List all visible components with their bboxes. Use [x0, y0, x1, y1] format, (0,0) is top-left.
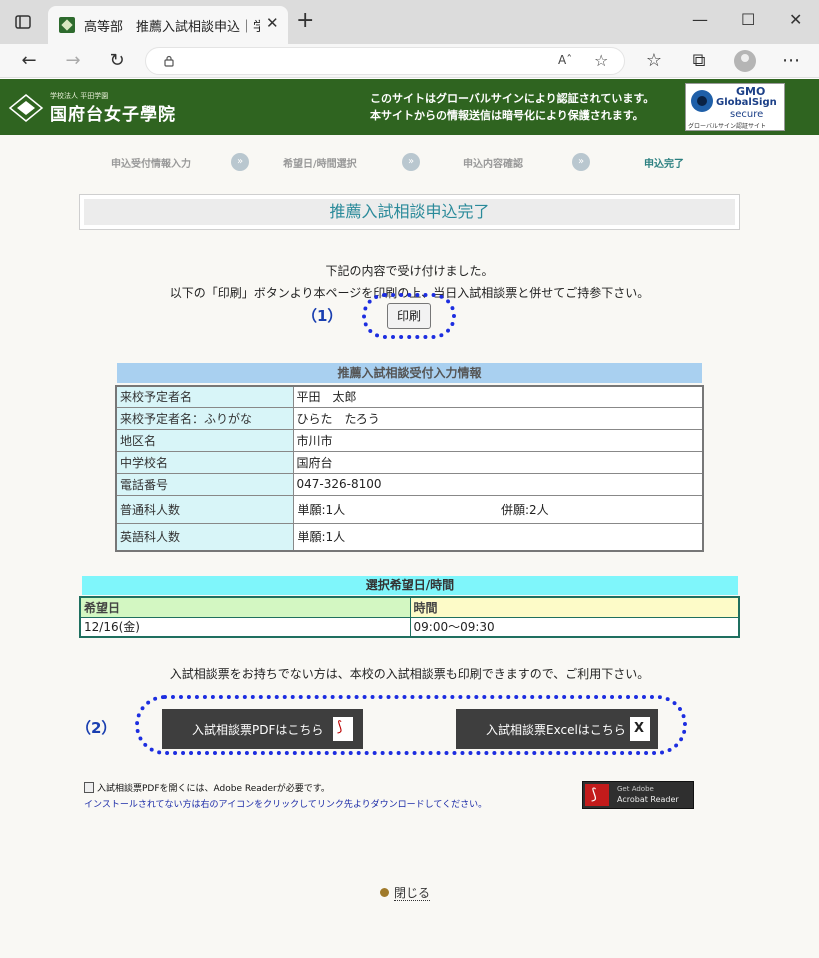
school-crest-icon	[8, 94, 44, 122]
browser-toolbar: ← → ↻ Aˆ ☆ ☆ ⧉ ⋯	[0, 44, 819, 78]
info-key: 普通科人数	[115, 494, 294, 524]
step-arrow-icon: »	[402, 153, 420, 171]
pdf-file-icon	[333, 717, 353, 741]
pdf-download-button[interactable]: 入試相談票PDFはこちら	[162, 709, 363, 749]
globalsign-name: GlobalSign	[716, 97, 777, 108]
info-key: 来校予定者名	[115, 385, 294, 408]
step-arrow-icon: »	[231, 153, 249, 171]
english-single: 単願:1人	[292, 522, 704, 552]
acrobat-line1: Get Adobe	[617, 785, 654, 793]
forward-icon[interactable]: →	[62, 50, 84, 72]
info-table-heading: 推薦入試相談受付入力情報	[117, 363, 702, 383]
pdf-button-label: 入試相談票PDFはこちら	[192, 723, 324, 737]
info-key: 地区名	[115, 428, 294, 452]
info-key: 中学校名	[115, 450, 294, 474]
info-value: 市川市	[292, 428, 704, 452]
globalsign-badge[interactable]: GMO GlobalSign secure グローバルサイン認証サイト	[685, 83, 785, 131]
window-close-icon[interactable]: ✕	[789, 10, 802, 29]
address-bar[interactable]: Aˆ ☆	[145, 47, 625, 75]
reload-icon[interactable]: ↻	[106, 50, 128, 72]
page-title-box: 推薦入試相談申込完了	[79, 194, 740, 230]
main-content: 申込受付情報入力 » 希望日/時間選択 » 申込内容確認 » 申込完了 推薦入試…	[0, 135, 819, 958]
annotation-label-2: （2）	[76, 719, 117, 737]
lock-icon[interactable]	[164, 55, 174, 67]
collections-icon[interactable]: ⧉	[688, 50, 710, 72]
globalsign-footer: グローバルサイン認証サイト	[688, 123, 766, 130]
table-row: 12/16(金) 09:00〜09:30	[79, 616, 740, 638]
document-icon	[84, 782, 94, 793]
globalsign-secure: secure	[730, 109, 764, 120]
read-aloud-icon[interactable]: Aˆ	[558, 53, 572, 67]
new-tab-icon[interactable]: +	[296, 10, 314, 32]
info-table: 来校予定者名 平田 太郎 来校予定者名：ふりがな ひらた たろう 地区名 市川市…	[115, 385, 704, 552]
selected-time: 09:00〜09:30	[409, 616, 740, 638]
excel-download-button[interactable]: 入試相談票Excelはこちら	[456, 709, 658, 749]
column-header-date: 希望日	[79, 596, 411, 618]
table-row: 来校予定者名 平田 太郎	[115, 385, 704, 408]
page-title: 推薦入試相談申込完了	[84, 199, 735, 225]
print-button[interactable]: 印刷	[387, 303, 431, 329]
selection-table-heading: 選択希望日/時間	[82, 576, 738, 595]
excel-file-icon	[630, 717, 650, 741]
more-menu-icon[interactable]: ⋯	[780, 50, 802, 72]
annotation-label-1: （1）	[302, 307, 343, 325]
column-header-time: 時間	[409, 596, 740, 618]
selected-date: 12/16(金)	[79, 616, 411, 638]
browser-tab-bar: 高等部 推薦入試相談申込｜学 ✕ + — ☐ ✕	[0, 0, 819, 44]
regular-combined: 併願:2人	[498, 494, 704, 524]
site-header: 学校法人 平田学園 国府台女子學院 このサイトはグローバルサインにより認証されて…	[0, 79, 819, 135]
tab-actions-icon[interactable]	[14, 13, 32, 31]
info-key: 来校予定者名：ふりがな	[115, 406, 294, 430]
table-row: 普通科人数 単願:1人 併願:2人	[115, 494, 704, 524]
info-value: ひらた たろう	[292, 406, 704, 430]
progress-steps: 申込受付情報入力 » 希望日/時間選択 » 申込内容確認 » 申込完了	[0, 153, 819, 173]
logo-name: 国府台女子學院	[50, 105, 176, 125]
tab-title: 高等部 推薦入試相談申込｜学	[84, 20, 260, 35]
acrobat-line2: Acrobat Reader	[617, 795, 679, 804]
table-row: 地区名 市川市	[115, 428, 704, 452]
globalsign-logo-icon	[691, 90, 713, 112]
get-adobe-reader-button[interactable]: Get Adobe Acrobat Reader	[582, 781, 694, 809]
security-message: このサイトはグローバルサインにより認証されています。本サイトからの情報送信は暗号…	[370, 92, 655, 122]
adobe-note: 入試相談票PDFを開くには、Adobe Readerが必要です。	[84, 781, 330, 794]
bullet-icon	[380, 888, 389, 897]
web-page: 学校法人 平田学園 国府台女子學院 このサイトはグローバルサインにより認証されて…	[0, 79, 819, 958]
step-complete: 申込完了	[644, 159, 684, 170]
table-row: 希望日 時間	[79, 596, 740, 618]
info-key: 電話番号	[115, 472, 294, 496]
site-favicon-icon	[59, 17, 75, 33]
form-download-message: 入試相談票をお持ちでない方は、本校の入試相談票も印刷できますので、ご利用下さい。	[169, 667, 650, 681]
school-logo[interactable]: 学校法人 平田学園 国府台女子學院	[8, 91, 208, 125]
close-link[interactable]: 閉じる	[380, 884, 431, 901]
profile-avatar[interactable]	[734, 50, 756, 72]
add-favorite-icon[interactable]: ☆	[594, 51, 608, 70]
info-key: 英語科人数	[115, 522, 294, 552]
table-row: 英語科人数 単願:1人	[115, 522, 704, 552]
selection-table: 希望日 時間 12/16(金) 09:00〜09:30	[79, 596, 740, 638]
info-value: 047-326-8100	[292, 472, 704, 496]
table-row: 来校予定者名：ふりがな ひらた たろう	[115, 406, 704, 430]
step-input: 申込受付情報入力	[111, 159, 191, 170]
regular-single: 単願:1人	[292, 494, 498, 524]
minimize-icon[interactable]: —	[692, 10, 708, 29]
info-value: 平田 太郎	[292, 385, 704, 408]
adobe-install-note: インストールされてない方は右のアイコンをクリックしてリンク先よりダウンロードして…	[84, 800, 488, 810]
step-date-select: 希望日/時間選択	[283, 159, 357, 170]
table-row: 電話番号 047-326-8100	[115, 472, 704, 496]
adobe-note-text: 入試相談票PDFを開くには、Adobe Readerが必要です。	[97, 784, 330, 794]
step-arrow-icon: »	[572, 153, 590, 171]
close-link-label: 閉じる	[394, 886, 431, 901]
back-icon[interactable]: ←	[18, 50, 40, 72]
table-row: 中学校名 国府台	[115, 450, 704, 474]
tab-close-icon[interactable]: ✕	[266, 14, 279, 32]
info-value: 国府台	[292, 450, 704, 474]
maximize-icon[interactable]: ☐	[741, 10, 755, 29]
excel-button-label: 入試相談票Excelはこちら	[486, 723, 626, 737]
browser-tab[interactable]: 高等部 推薦入試相談申込｜学 ✕	[48, 6, 288, 44]
accepted-message: 下記の内容で受け付けました。	[325, 264, 494, 278]
acrobat-icon	[585, 784, 609, 806]
step-confirm: 申込内容確認	[463, 159, 523, 170]
favorites-icon[interactable]: ☆	[643, 50, 665, 72]
